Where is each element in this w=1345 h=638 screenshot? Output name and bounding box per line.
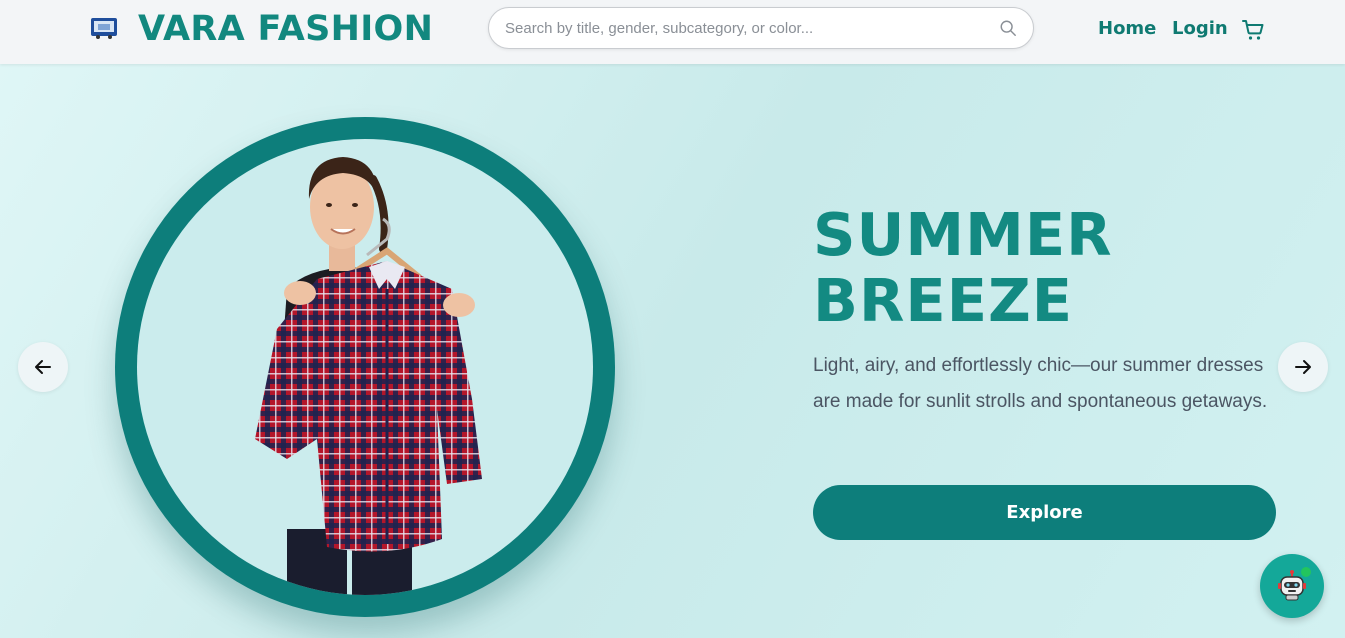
hero-description: Light, airy, and effortlessly chic—our s… [813,355,1268,412]
brand-name[interactable]: VARA FASHION [138,9,433,49]
hero-image [137,139,593,595]
arrow-right-icon [1295,360,1311,374]
online-status-indicator [1299,565,1313,579]
hero-title-line-1: SUMMER [813,200,1113,269]
hero-image-frame [115,117,615,617]
search-box [488,7,1034,49]
search-icon[interactable] [999,19,1017,37]
site-header: VARA FASHION Home Login [0,0,1345,64]
hero-title-line-2: BREEZE [813,266,1074,335]
carousel-next-button[interactable] [1278,342,1328,392]
carousel-prev-button[interactable] [18,342,68,392]
cart-icon[interactable] [1241,18,1265,42]
model-illustration [255,157,482,595]
hero-title: SUMMER BREEZE [813,202,1233,334]
chat-widget-button[interactable] [1260,554,1324,618]
arrow-left-icon [35,360,51,374]
explore-button[interactable]: Explore [813,485,1276,540]
search-input[interactable] [505,8,985,48]
nav-login-link[interactable]: Login [1172,18,1228,39]
nav-home-link[interactable]: Home [1098,18,1156,39]
shopping-cart-logo-icon[interactable] [90,16,118,40]
hero-carousel: SUMMER BREEZE Light, airy, and effortles… [0,64,1345,638]
